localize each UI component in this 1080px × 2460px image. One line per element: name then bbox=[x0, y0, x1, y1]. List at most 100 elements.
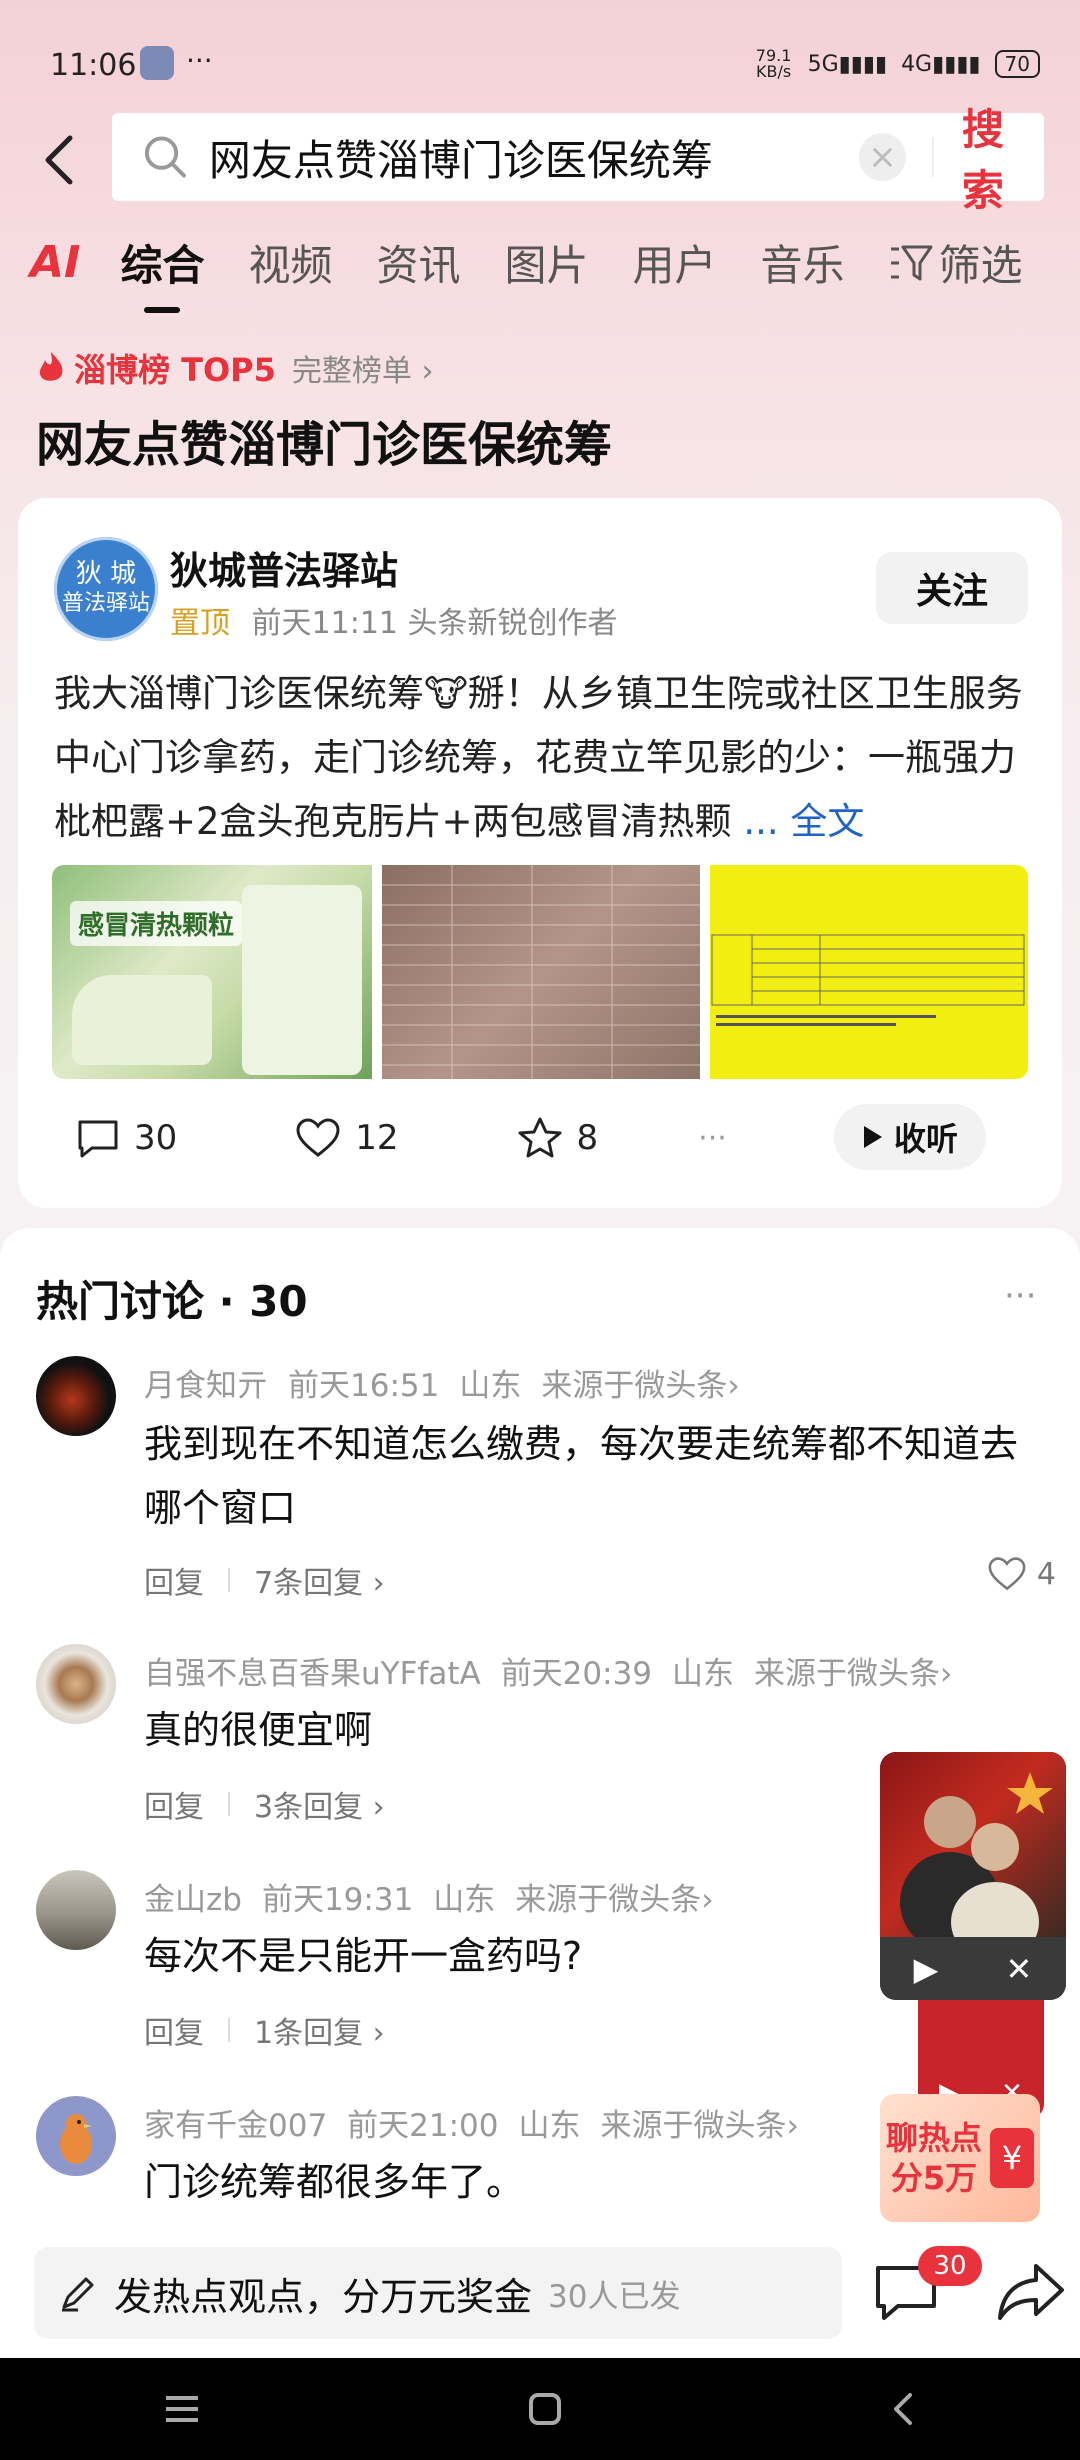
compose-input[interactable]: 发热点观点，分万元奖金 30人已发 bbox=[34, 2247, 842, 2339]
back-button[interactable] bbox=[30, 120, 90, 200]
status-icons: 79.1 KB/s 5G▮▮▮▮ 4G▮▮▮▮ 70 bbox=[754, 48, 1040, 80]
comment-user[interactable]: 月食知亓 bbox=[144, 1368, 268, 1404]
comment-reply-row: 回复 3条回复 › bbox=[144, 1782, 385, 1826]
post-text[interactable]: 我大淄博门诊医保统筹🐮掰！从乡镇卫生院或社区卫生服务中心门诊拿药，走门诊统筹，花… bbox=[54, 662, 1034, 854]
post-image-table[interactable] bbox=[710, 865, 1028, 1079]
medicine-packet-shape bbox=[242, 885, 362, 1075]
follow-button[interactable]: 关注 bbox=[876, 552, 1028, 624]
comment-source[interactable]: 来源于微头条› bbox=[541, 1368, 739, 1404]
share-button[interactable] bbox=[996, 2254, 1066, 2330]
comment-text: 我到现在不知道怎么缴费，每次要走统筹都不知道去哪个窗口 bbox=[144, 1422, 1019, 1530]
comment-like[interactable]: 4 bbox=[987, 1556, 1056, 1592]
reply-divider bbox=[228, 1792, 230, 1816]
comment-source[interactable]: 来源于微头条› bbox=[754, 1656, 952, 1692]
comment-user[interactable]: 金山zb bbox=[144, 1882, 242, 1918]
comment-meta: 自强不息百香果uYFfatA 前天20:39 山东 来源于微头条› bbox=[144, 1648, 972, 1693]
tab-bar: AI 综合 视频 资讯 图片 用户 音乐 筛选 bbox=[30, 232, 1023, 293]
rank-row[interactable]: 淄博榜 TOP5 完整榜单 › bbox=[36, 345, 433, 391]
comment-location: 山东 bbox=[672, 1656, 735, 1692]
view-replies-link[interactable]: 7条回复 › bbox=[254, 1558, 385, 1602]
comment-meta: 月食知亓 前天16:51 山东 来源于微头条› bbox=[144, 1360, 760, 1405]
star-icon bbox=[518, 1117, 562, 1158]
comment-time: 前天20:39 bbox=[500, 1656, 653, 1692]
net-speed: 79.1 KB/s bbox=[755, 46, 792, 81]
search-box[interactable]: 网友点赞淄博门诊医保统筹 × 搜索 bbox=[112, 105, 1044, 215]
floating-video-player[interactable]: ▶ ✕ bbox=[880, 1752, 1066, 2000]
home-icon[interactable] bbox=[525, 2389, 565, 2429]
comment-user[interactable]: 家有千金007 bbox=[144, 2108, 327, 2144]
hot-topic-prize-banner[interactable]: 聊热点 分5万 ¥ bbox=[880, 2094, 1040, 2222]
status-more: ··· bbox=[186, 44, 213, 77]
search-button[interactable]: 搜索 bbox=[962, 96, 1044, 218]
reply-button[interactable]: 回复 bbox=[144, 1558, 204, 1602]
tab-comprehensive[interactable]: 综合 bbox=[120, 232, 204, 293]
battery-icon: 70 bbox=[994, 50, 1040, 78]
post-meta: 前天11:11 头条新锐创作者 bbox=[251, 606, 618, 641]
reply-button[interactable]: 回复 bbox=[144, 2008, 204, 2052]
tab-users[interactable]: 用户 bbox=[633, 232, 717, 293]
topic-title: 网友点赞淄博门诊医保统筹 bbox=[36, 417, 613, 473]
full-list-link[interactable]: 完整榜单 › bbox=[292, 346, 434, 390]
like-count: 12 bbox=[355, 1118, 399, 1158]
status-time: 11:06 bbox=[50, 48, 137, 83]
reimbursement-table-graphic bbox=[711, 934, 1025, 1026]
back-arrow-icon bbox=[45, 135, 73, 185]
view-replies-link[interactable]: 1条回复 › bbox=[254, 2008, 385, 2052]
system-nav-bar bbox=[0, 2358, 1080, 2460]
prize-text: 聊热点 分5万 bbox=[886, 2118, 982, 2198]
more-options-button[interactable]: ··· bbox=[698, 1121, 727, 1156]
clear-icon[interactable]: × bbox=[859, 133, 906, 181]
avatar-text-bottom: 普法驿站 bbox=[61, 591, 150, 616]
avatar[interactable] bbox=[36, 1870, 116, 1950]
image-medicine-label: 感冒清热颗粒 bbox=[70, 901, 243, 946]
comment-meta: 家有千金007 前天21:00 山东 来源于微头条› bbox=[144, 2100, 819, 2145]
search-input[interactable]: 网友点赞淄博门诊医保统筹 bbox=[209, 127, 815, 188]
flame-icon bbox=[39, 352, 63, 381]
chicken-avatar-icon bbox=[60, 2114, 92, 2164]
reply-divider bbox=[228, 2018, 230, 2042]
comment-location: 山东 bbox=[433, 1882, 496, 1918]
close-icon[interactable]: ✕ bbox=[1006, 1950, 1033, 1988]
reply-button[interactable]: 回复 bbox=[144, 1782, 204, 1826]
comment-action[interactable]: 30 bbox=[76, 1116, 177, 1160]
recent-apps-icon[interactable] bbox=[162, 2392, 202, 2426]
pinned-badge: 置顶 bbox=[170, 606, 230, 641]
prize-line2: 分5万 bbox=[890, 2159, 978, 2197]
tab-images[interactable]: 图片 bbox=[504, 232, 588, 293]
play-icon[interactable]: ▶ bbox=[914, 1950, 939, 1988]
tab-ai[interactable]: AI bbox=[30, 237, 80, 288]
tab-news[interactable]: 资讯 bbox=[376, 232, 460, 293]
comment-time: 前天19:31 bbox=[261, 1882, 414, 1918]
share-icon bbox=[998, 2264, 1064, 2320]
tab-music[interactable]: 音乐 bbox=[761, 232, 845, 293]
search-icon bbox=[144, 136, 186, 178]
listen-label: 收听 bbox=[893, 1120, 958, 1158]
comment-source[interactable]: 来源于微头条› bbox=[601, 2108, 799, 2144]
read-more-link[interactable]: ... 全文 bbox=[743, 800, 864, 843]
author-avatar[interactable]: 狄 城 普法驿站 bbox=[54, 537, 158, 641]
filter-button[interactable]: 筛选 bbox=[889, 232, 1023, 293]
discussion-title: 热门讨论 · 30 bbox=[36, 1277, 308, 1326]
avatar[interactable] bbox=[36, 2096, 116, 2176]
favorite-count: 8 bbox=[576, 1118, 599, 1158]
comment-meta: 金山zb 前天19:31 山东 来源于微头条› bbox=[144, 1874, 734, 1919]
receipt-grid-graphic bbox=[382, 865, 700, 1079]
view-replies-link[interactable]: 3条回复 › bbox=[254, 1782, 385, 1826]
play-icon bbox=[863, 1126, 882, 1148]
yen-icon: ¥ bbox=[990, 2128, 1034, 2188]
back-nav-icon[interactable] bbox=[888, 2389, 918, 2429]
author-name[interactable]: 狄城普法驿站 bbox=[170, 540, 398, 595]
discussion-more-button[interactable]: ··· bbox=[1004, 1276, 1036, 1316]
compose-placeholder: 发热点观点，分万元奖金 bbox=[114, 2274, 533, 2319]
post-image-receipt[interactable] bbox=[382, 865, 700, 1079]
tab-video[interactable]: 视频 bbox=[248, 232, 332, 293]
favorite-action[interactable]: 8 bbox=[517, 1116, 599, 1160]
comment-user[interactable]: 自强不息百香果uYFfatA bbox=[144, 1656, 481, 1692]
listen-button[interactable]: 收听 bbox=[834, 1104, 986, 1170]
avatar[interactable] bbox=[36, 1356, 116, 1436]
post-image-medicine[interactable]: 感冒清热颗粒 bbox=[52, 865, 372, 1079]
avatar[interactable] bbox=[36, 1644, 116, 1724]
comment-source[interactable]: 来源于微头条› bbox=[515, 1882, 713, 1918]
like-action[interactable]: 12 bbox=[295, 1117, 399, 1159]
comment-time: 前天21:00 bbox=[347, 2108, 499, 2144]
